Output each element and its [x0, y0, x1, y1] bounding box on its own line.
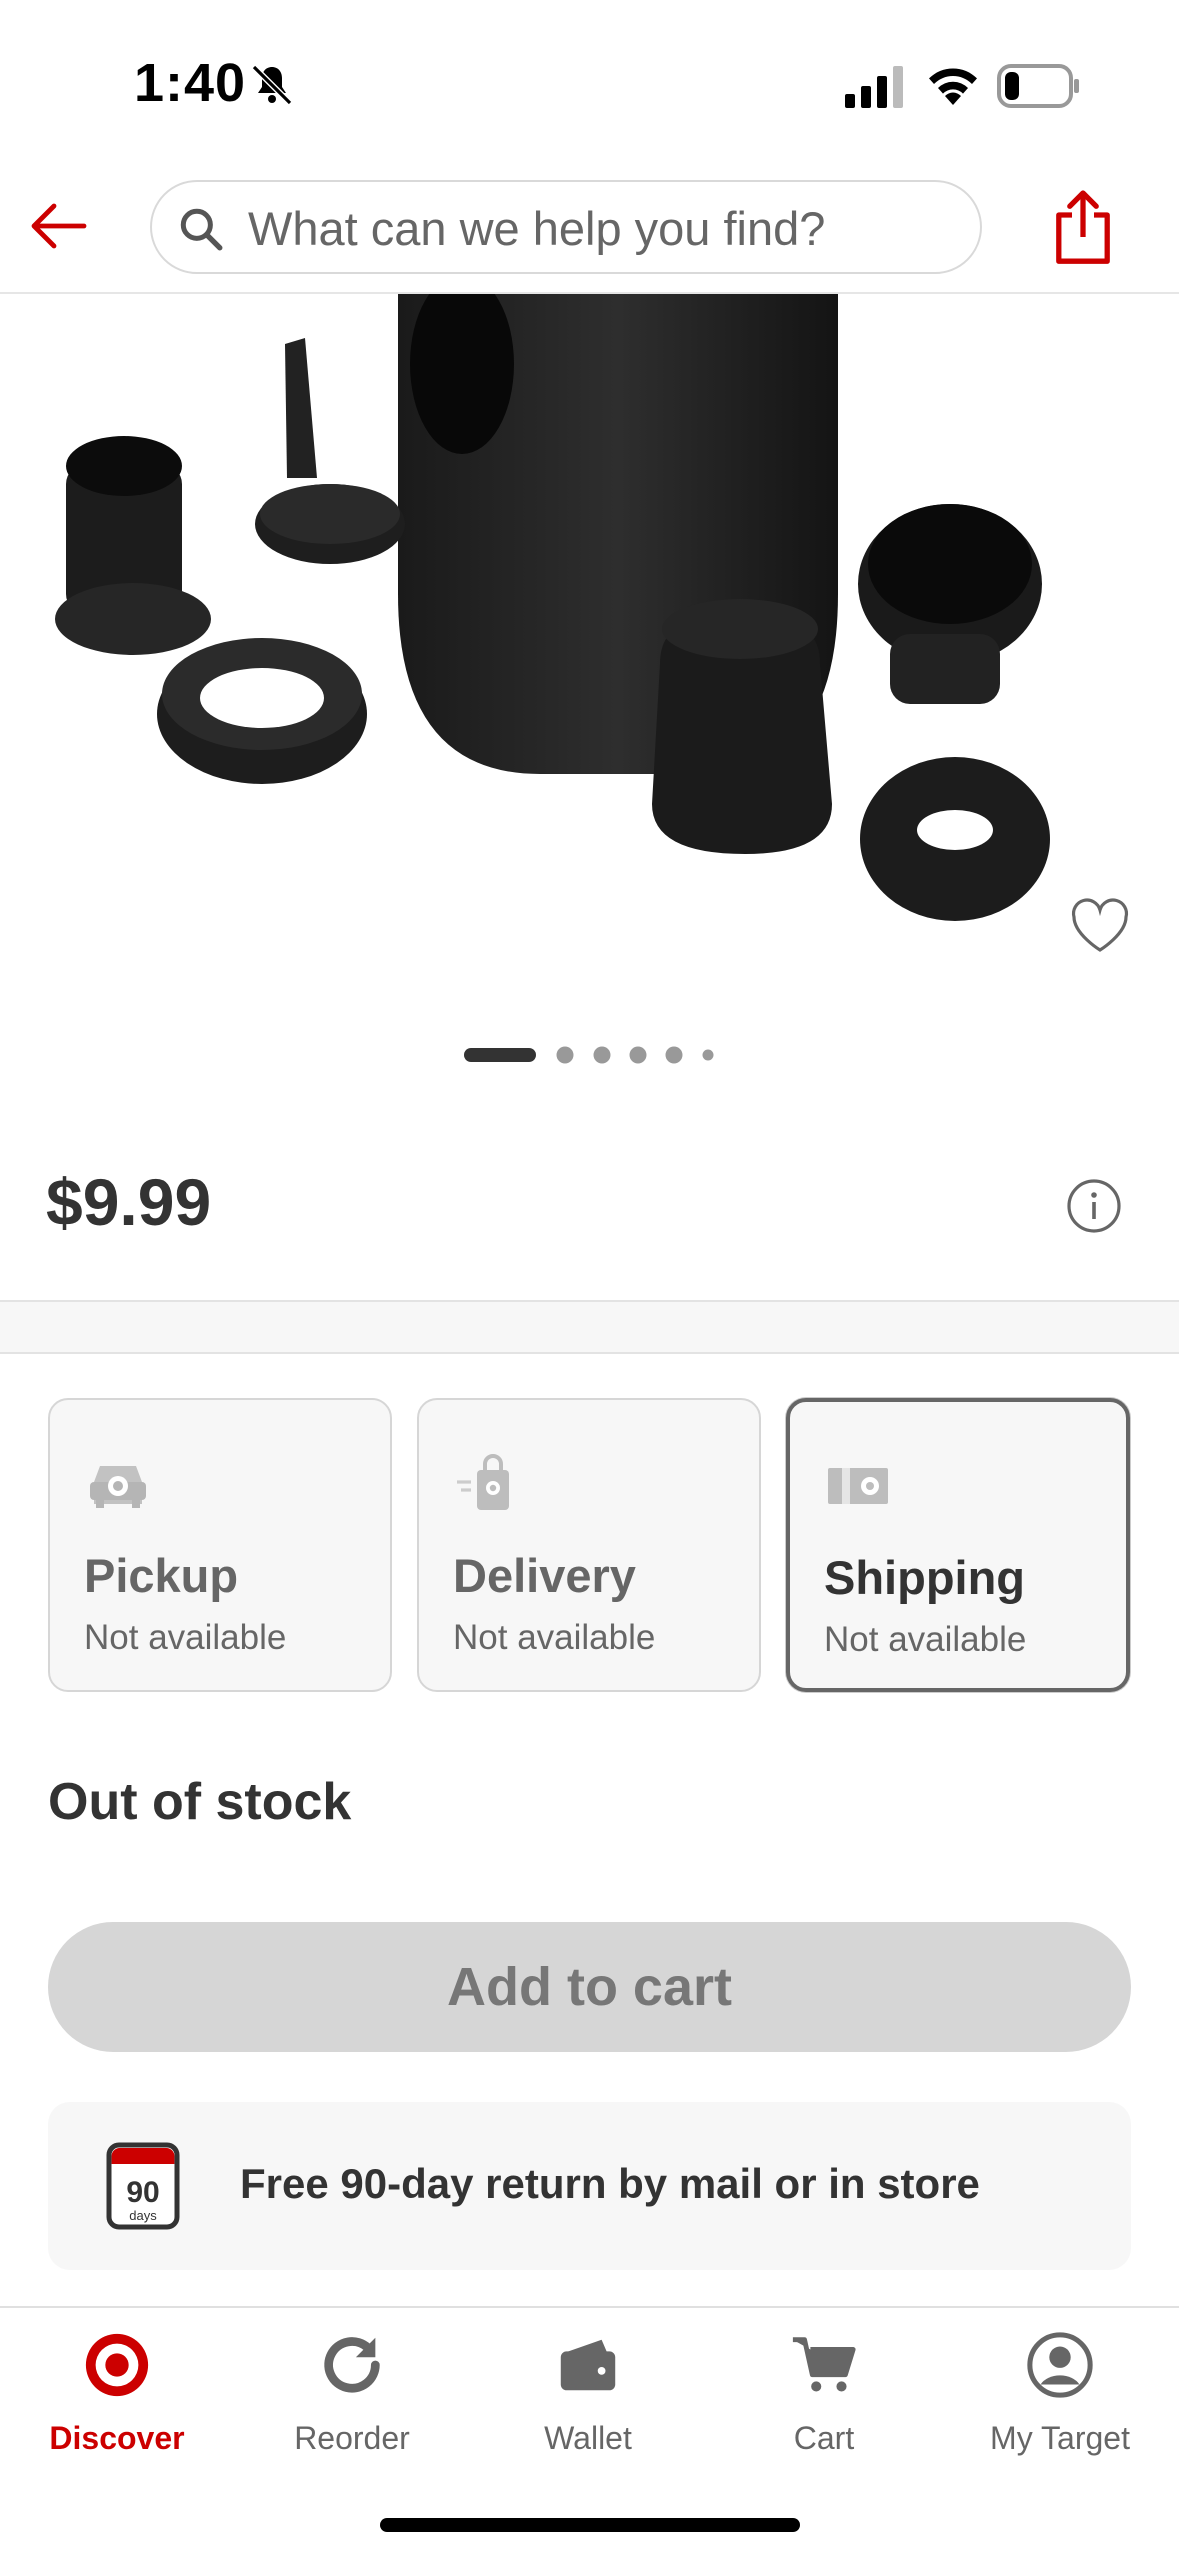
- nav-wallet[interactable]: Wallet: [478, 2320, 698, 2470]
- cart-icon: [792, 2337, 856, 2392]
- nav-discover[interactable]: Discover: [7, 2320, 227, 2470]
- search-icon: [180, 208, 223, 251]
- back-arrow-icon[interactable]: [24, 190, 96, 262]
- product-price: $9.99: [46, 1165, 212, 1239]
- image-carousel-dots[interactable]: [462, 1046, 732, 1064]
- fulfillment-status: Not available: [84, 1618, 287, 1657]
- target-bullseye-icon: [85, 2333, 149, 2397]
- nav-my-target[interactable]: My Target: [950, 2320, 1170, 2470]
- account-icon: [1027, 2332, 1093, 2398]
- nav-reorder[interactable]: Reorder: [242, 2320, 462, 2470]
- stock-status: Out of stock: [48, 1773, 352, 1831]
- search-input[interactable]: [246, 182, 950, 274]
- nav-label: Discover: [49, 2420, 185, 2456]
- nav-label: Cart: [793, 2420, 855, 2456]
- bell-muted-icon: [251, 64, 293, 106]
- product-image[interactable]: [0, 294, 1179, 1014]
- svg-text:days: days: [129, 2208, 157, 2223]
- nav-label: Wallet: [544, 2420, 632, 2456]
- fulfillment-status: Not available: [824, 1620, 1027, 1659]
- svg-text:90: 90: [126, 2176, 159, 2209]
- fulfillment-shipping-card[interactable]: Shipping Not available: [786, 1398, 1130, 1692]
- section-divider: [0, 1300, 1179, 1354]
- nav-label: Reorder: [294, 2420, 410, 2456]
- wifi-icon: [929, 68, 977, 105]
- nav-cart[interactable]: Cart: [714, 2320, 934, 2470]
- nav-label: My Target: [990, 2420, 1130, 2456]
- fulfillment-pickup-card[interactable]: Pickup Not available: [48, 1398, 392, 1692]
- favorite-heart-icon[interactable]: [1068, 896, 1132, 956]
- cellular-signal-icon: [845, 66, 903, 108]
- add-to-cart-button[interactable]: Add to cart: [48, 1922, 1131, 2052]
- fulfillment-title: Delivery: [453, 1549, 636, 1602]
- nav-divider: [0, 2306, 1179, 2308]
- search-bar[interactable]: [150, 180, 982, 274]
- fulfillment-title: Shipping: [824, 1551, 1026, 1604]
- calendar-90-days-icon: 90 days: [106, 2142, 180, 2230]
- battery-low-icon: [997, 64, 1079, 108]
- return-policy-text: Free 90-day return by mail or in store: [240, 2160, 980, 2207]
- wallet-icon: [560, 2339, 616, 2391]
- price-info-icon[interactable]: [1066, 1178, 1122, 1234]
- status-time: 1:40: [134, 53, 247, 113]
- return-policy-banner[interactable]: 90 days Free 90-day return by mail or in…: [48, 2102, 1131, 2270]
- pickup-car-icon: [90, 1466, 146, 1508]
- shipping-box-icon: [828, 1468, 888, 1504]
- fulfillment-title: Pickup: [84, 1549, 239, 1602]
- reorder-refresh-icon: [324, 2337, 380, 2393]
- home-indicator: [380, 2518, 800, 2532]
- fulfillment-status: Not available: [453, 1618, 656, 1657]
- fulfillment-delivery-card[interactable]: Delivery Not available: [417, 1398, 761, 1692]
- delivery-bag-icon: [457, 1454, 509, 1510]
- share-icon[interactable]: [1050, 186, 1116, 266]
